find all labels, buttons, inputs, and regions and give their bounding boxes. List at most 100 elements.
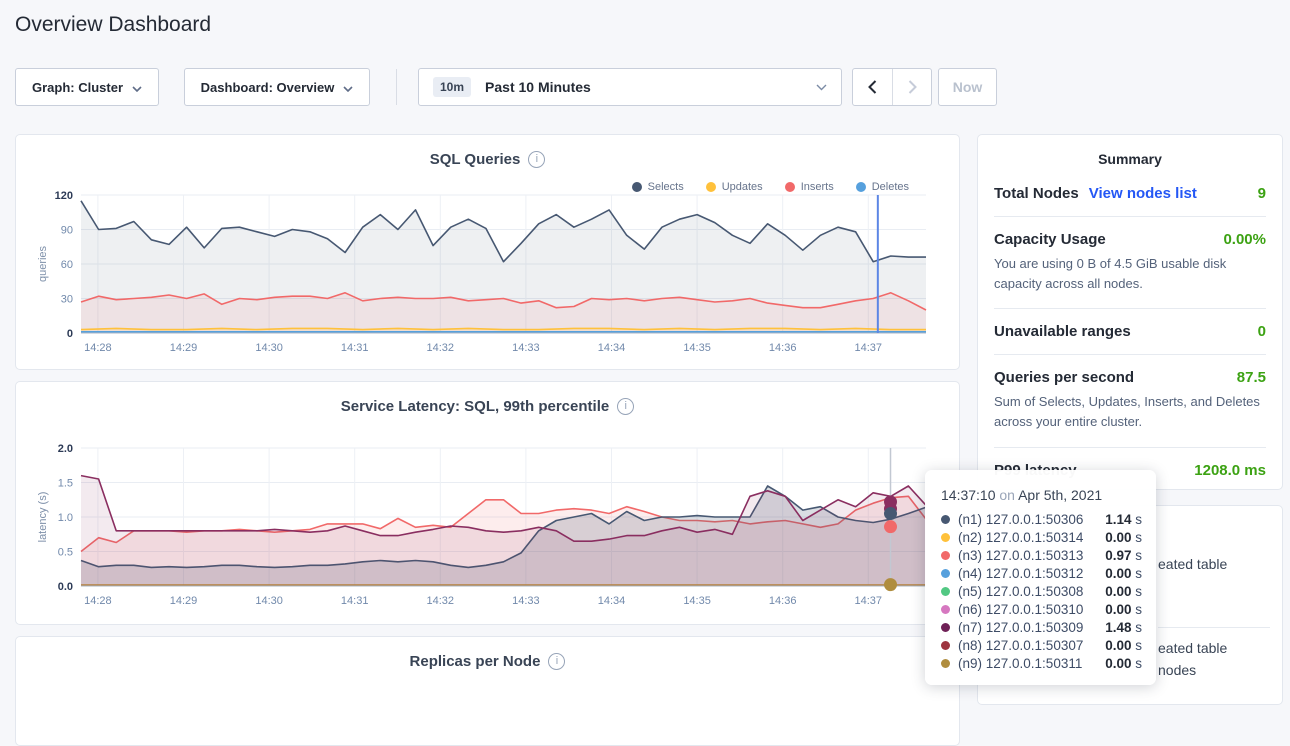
event-text-fragment: eated table xyxy=(1158,556,1227,572)
series-color-dot-icon xyxy=(941,605,950,614)
chevron-right-icon xyxy=(908,80,917,94)
dashboard-dropdown-label: Dashboard: Overview xyxy=(201,80,335,95)
tooltip-node-name: (n8) 127.0.0.1:50307 xyxy=(958,638,1083,653)
series-color-dot-icon xyxy=(941,623,950,632)
tooltip-node-value: 1.48 s xyxy=(1105,620,1142,635)
summary-row: Unavailable ranges0 xyxy=(994,309,1266,355)
tooltip-node-value: 0.00 s xyxy=(1105,584,1142,599)
tooltip-node-value: 0.00 s xyxy=(1105,530,1142,545)
svg-text:latency (s): latency (s) xyxy=(37,492,49,543)
tooltip-node-name: (n2) 127.0.0.1:50314 xyxy=(958,530,1083,545)
sql-queries-panel: SQL Queries i SelectsUpdatesInsertsDelet… xyxy=(15,134,960,370)
tooltip-node-name: (n7) 127.0.0.1:50309 xyxy=(958,620,1083,635)
tooltip-node-name: (n4) 127.0.0.1:50312 xyxy=(958,566,1083,581)
time-step-buttons xyxy=(852,68,932,106)
tooltip-node-row: (n3) 127.0.0.1:503130.97 s xyxy=(941,546,1142,564)
summary-row: Queries per second 87.5 Sum of Selects, Up… xyxy=(994,355,1266,447)
chart-title-service-latency: Service Latency: SQL, 99th percentile xyxy=(341,398,609,415)
svg-text:1.5: 1.5 xyxy=(58,478,73,490)
svg-text:14:29: 14:29 xyxy=(170,342,198,354)
event-text-fragment: nodes xyxy=(1158,662,1196,678)
chart-title-replicas: Replicas per Node xyxy=(410,653,541,670)
svg-text:0.5: 0.5 xyxy=(58,547,73,559)
svg-text:14:36: 14:36 xyxy=(769,342,797,354)
summary-row-label: Capacity Usage xyxy=(994,231,1106,248)
event-text-fragment: eated table xyxy=(1158,640,1227,656)
series-color-dot-icon xyxy=(941,515,950,524)
chevron-left-icon xyxy=(868,80,877,94)
tooltip-timestamp: 14:37:10 on Apr 5th, 2021 xyxy=(941,487,1142,503)
svg-text:14:37: 14:37 xyxy=(855,595,883,607)
info-icon[interactable]: i xyxy=(617,398,634,415)
view-nodes-list-link[interactable]: View nodes list xyxy=(1089,185,1197,202)
svg-text:2.0: 2.0 xyxy=(58,443,73,455)
tooltip-node-value: 0.00 s xyxy=(1105,566,1142,581)
svg-text:14:30: 14:30 xyxy=(255,342,283,354)
chart-hover-tooltip: 14:37:10 on Apr 5th, 2021 (n1) 127.0.0.1… xyxy=(925,470,1156,685)
svg-text:14:37: 14:37 xyxy=(855,342,883,354)
summary-panel: Summary Total Nodes View nodes list 9 Capac… xyxy=(977,134,1283,490)
time-range-badge: 10m xyxy=(433,77,471,97)
svg-text:30: 30 xyxy=(61,294,73,306)
tooltip-node-name: (n6) 127.0.0.1:50310 xyxy=(958,602,1083,617)
tooltip-node-row: (n8) 127.0.0.1:50307 0.00 s xyxy=(941,636,1142,654)
info-icon[interactable]: i xyxy=(548,653,565,670)
series-color-dot-icon xyxy=(941,659,950,668)
summary-row: Capacity Usage0.00%You are using 0 B of … xyxy=(994,217,1266,309)
summary-row-label: Queries per second xyxy=(994,369,1134,386)
svg-text:120: 120 xyxy=(55,190,73,202)
svg-text:14:30: 14:30 xyxy=(255,595,283,607)
next-time-button[interactable] xyxy=(892,69,931,105)
replicas-per-node-panel: Replicas per Node i xyxy=(15,636,960,746)
tooltip-node-value: 0.00 s xyxy=(1105,638,1142,653)
time-range-picker[interactable]: 10m Past 10 Minutes xyxy=(418,68,842,106)
tooltip-node-name: (n5) 127.0.0.1:50308 xyxy=(958,584,1083,599)
svg-text:14:33: 14:33 xyxy=(512,342,540,354)
svg-text:14:34: 14:34 xyxy=(598,342,626,354)
tooltip-node-name: (n3) 127.0.0.1:50313 xyxy=(958,548,1083,563)
tooltip-node-value: 0.00 s xyxy=(1105,656,1142,671)
graph-scope-dropdown[interactable]: Graph: Cluster xyxy=(15,68,159,106)
svg-text:14:35: 14:35 xyxy=(683,595,711,607)
svg-text:14:31: 14:31 xyxy=(341,595,369,607)
events-divider xyxy=(1158,627,1270,628)
svg-text:14:32: 14:32 xyxy=(427,342,455,354)
service-latency-chart[interactable]: 0.00.51.01.52.014:2814:2914:3014:3114:32… xyxy=(36,442,941,610)
sql-queries-chart[interactable]: 030609012014:2814:2914:3014:3114:3214:33… xyxy=(36,189,941,357)
tooltip-node-row: (n6) 127.0.0.1:503100.00 s xyxy=(941,600,1142,618)
prev-time-button[interactable] xyxy=(853,69,892,105)
svg-text:0: 0 xyxy=(67,328,73,340)
svg-text:14:35: 14:35 xyxy=(683,342,711,354)
page-title: Overview Dashboard xyxy=(15,13,211,37)
summary-row-value: 87.5 xyxy=(1237,369,1266,386)
series-color-dot-icon xyxy=(941,533,950,542)
svg-text:14:33: 14:33 xyxy=(512,595,540,607)
service-latency-panel: Service Latency: SQL, 99th percentile i … xyxy=(15,381,960,625)
summary-body: Total Nodes View nodes list 9 Capacity Usag… xyxy=(978,171,1282,490)
svg-text:14:34: 14:34 xyxy=(598,595,626,607)
svg-text:14:28: 14:28 xyxy=(84,595,112,607)
summary-title: Summary xyxy=(978,135,1282,171)
tooltip-node-row: (n2) 127.0.0.1:50314 0.00 s xyxy=(941,528,1142,546)
summary-row-value: 9 xyxy=(1258,185,1266,202)
svg-text:14:32: 14:32 xyxy=(427,595,455,607)
chevron-down-icon xyxy=(816,78,827,96)
summary-row-value: 0 xyxy=(1258,323,1266,340)
svg-text:60: 60 xyxy=(61,259,73,271)
series-color-dot-icon xyxy=(941,587,950,596)
svg-text:0.0: 0.0 xyxy=(58,581,73,593)
summary-row-value: 0.00% xyxy=(1223,231,1266,248)
series-color-dot-icon xyxy=(941,641,950,650)
series-color-dot-icon xyxy=(941,569,950,578)
tooltip-node-name: (n9) 127.0.0.1:50311 xyxy=(958,656,1082,671)
summary-row-label: Total Nodes xyxy=(994,185,1079,202)
svg-text:queries: queries xyxy=(37,245,49,282)
svg-text:1.0: 1.0 xyxy=(58,512,73,524)
dashboard-dropdown[interactable]: Dashboard: Overview xyxy=(184,68,370,106)
summary-row-value: 1208.0 ms xyxy=(1194,462,1266,479)
summary-row-subtext: Sum of Selects, Updates, Inserts, and De… xyxy=(994,392,1266,432)
tooltip-node-row: (n1) 127.0.0.1:503061.14 s xyxy=(941,510,1142,528)
info-icon[interactable]: i xyxy=(528,151,545,168)
svg-text:14:31: 14:31 xyxy=(341,342,369,354)
now-button[interactable]: Now xyxy=(938,68,997,106)
